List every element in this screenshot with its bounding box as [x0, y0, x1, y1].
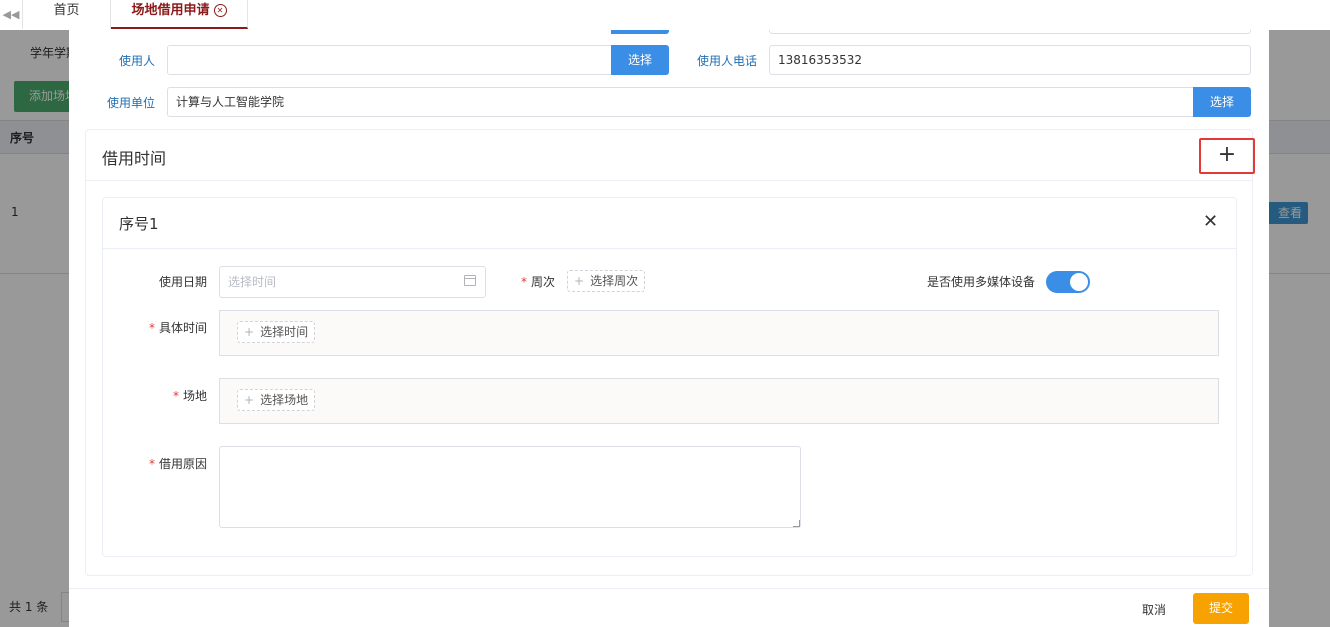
submit-button[interactable]: 提交 [1193, 593, 1249, 624]
card-title: 序号1 [119, 215, 159, 233]
user-input[interactable] [167, 45, 613, 75]
select-time-button[interactable]: + 选择时间 [237, 321, 316, 343]
venue-application-modal: 使用人 选择 使用人电话 13816353532 使用单位 计算与人工智能学院 … [69, 30, 1269, 627]
resize-handle-icon[interactable] [793, 520, 800, 527]
modal-footer: 取消 提交 [69, 588, 1269, 627]
time-entry-card: 序号1 ✕ 使用日期 选择时间 * 周次 + 选择周次 是否使用多媒体设备 * 具体时… [102, 197, 1237, 557]
required-mark: * [172, 389, 179, 403]
select-time-label: 选择时间 [260, 325, 309, 339]
phone-label: 使用人电话 [696, 54, 757, 68]
borrow-time-title: 借用时间 [102, 149, 167, 168]
phone-input[interactable]: 13816353532 [769, 45, 1251, 75]
tab-bar: ◀◀ 首页 场地借用申请 ✕ [0, 0, 1330, 31]
date-placeholder: 选择时间 [228, 275, 277, 289]
cancel-button[interactable]: 取消 [1142, 601, 1166, 618]
unit-select-button[interactable]: 选择 [1193, 87, 1251, 117]
week-label: * 周次 [503, 273, 555, 290]
calendar-icon [464, 275, 476, 286]
multimedia-label: 是否使用多媒体设备 [926, 275, 1035, 289]
tab-home[interactable]: 首页 [23, 0, 111, 29]
plus-small-icon: + [574, 274, 585, 288]
required-mark: * [148, 321, 155, 335]
venue-box: + 选择场地 [219, 378, 1219, 424]
unit-input[interactable]: 计算与人工智能学院 [167, 87, 1195, 117]
week-label-text: 周次 [530, 275, 555, 289]
required-mark: * [520, 275, 527, 289]
borrow-time-section: 借用时间 + 序号1 ✕ 使用日期 选择时间 * 周次 + 选择周次 是否使用多媒体… [85, 129, 1255, 576]
user-select-button[interactable]: 选择 [611, 45, 669, 75]
date-input[interactable]: 选择时间 [219, 266, 486, 298]
top-field[interactable] [769, 30, 1251, 34]
toggle-knob [1070, 273, 1088, 291]
top-select-button[interactable] [611, 30, 669, 34]
select-week-button[interactable]: + 选择周次 [567, 270, 646, 292]
select-venue-button[interactable]: + 选择场地 [237, 389, 316, 411]
required-mark: * [148, 457, 155, 471]
time-box: + 选择时间 [219, 310, 1219, 356]
select-week-label: 选择周次 [590, 274, 639, 288]
borrow-time-header: 借用时间 + [86, 130, 1255, 181]
card-header: 序号1 ✕ [103, 198, 1236, 249]
venue-label-text: 场地 [182, 389, 207, 403]
tab-close-icon[interactable]: ✕ [213, 4, 227, 17]
unit-label: 使用单位 [106, 96, 155, 110]
reason-textarea[interactable] [219, 446, 801, 528]
scroll-left-icon[interactable]: ◀◀ [0, 0, 23, 29]
plus-icon[interactable]: + [1199, 138, 1255, 174]
time-label-text: 具体时间 [158, 321, 207, 335]
reason-label-text: 借用原因 [158, 457, 207, 471]
time-label: * 具体时间 [123, 319, 207, 336]
venue-label: * 场地 [123, 387, 207, 404]
reason-label: * 借用原因 [123, 455, 207, 472]
select-venue-label: 选择场地 [260, 393, 309, 407]
date-label: 使用日期 [158, 275, 207, 289]
tab-venue-application-label: 场地借用申请 [131, 3, 210, 18]
plus-small-icon: + [244, 325, 255, 339]
close-icon[interactable]: ✕ [1203, 211, 1218, 232]
plus-small-icon: + [244, 393, 255, 407]
tab-venue-application[interactable]: 场地借用申请 ✕ [111, 0, 248, 29]
multimedia-toggle[interactable] [1046, 271, 1090, 293]
user-label: 使用人 [118, 54, 155, 68]
